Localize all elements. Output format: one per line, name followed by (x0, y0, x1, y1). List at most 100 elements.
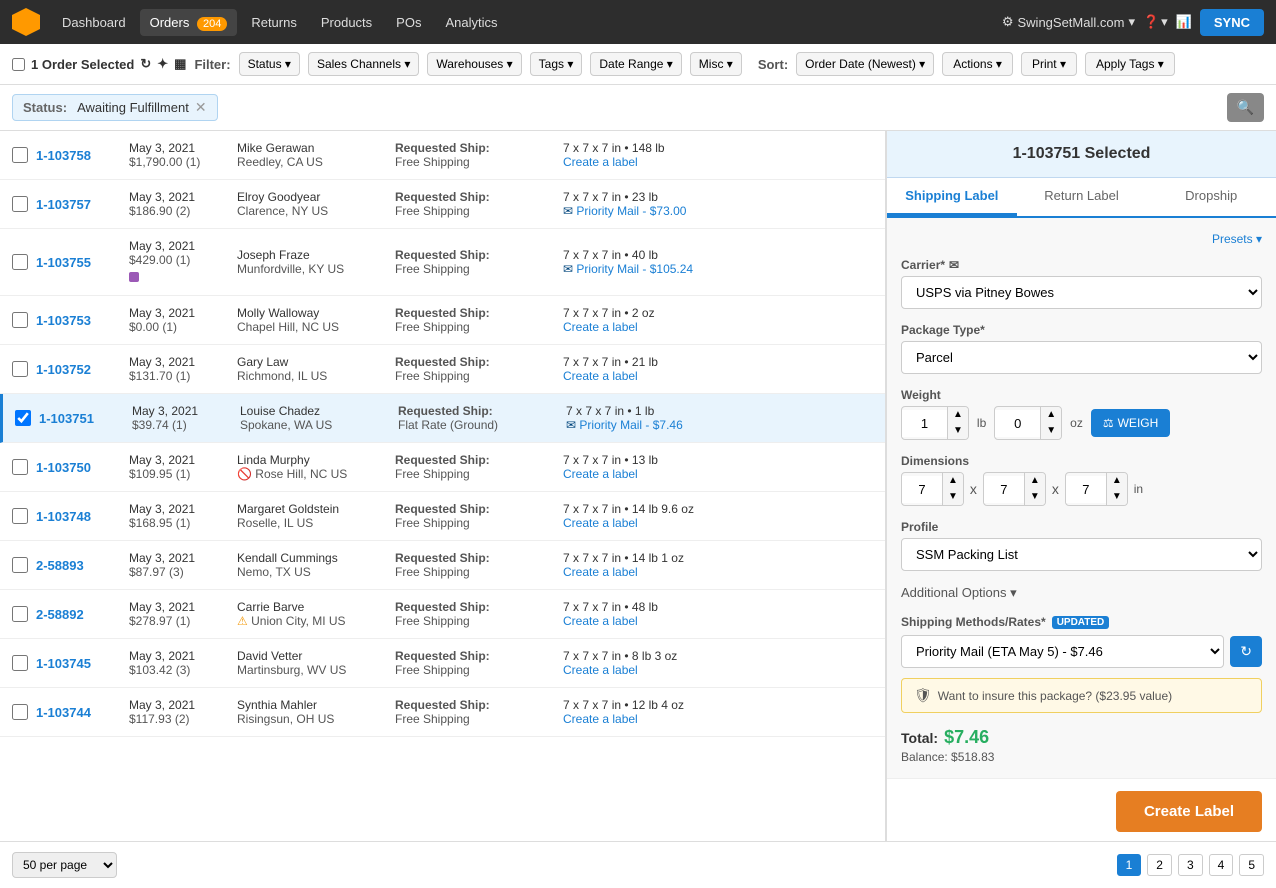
order-row[interactable]: 1-103750 May 3, 2021 $109.95 (1) Linda M… (0, 443, 885, 492)
sync-button[interactable]: SYNC (1200, 9, 1264, 36)
filter-sales-channels[interactable]: Sales Channels ▾ (308, 52, 419, 76)
order-id[interactable]: 2-58893 (36, 558, 121, 573)
order-checkbox[interactable] (12, 312, 28, 328)
filter-tags[interactable]: Tags ▾ (530, 52, 583, 76)
dim-y-up[interactable]: ▲ (1025, 473, 1045, 489)
order-row[interactable]: 1-103757 May 3, 2021 $186.90 (2) Elroy G… (0, 180, 885, 229)
create-label-link[interactable]: Create a label (563, 565, 638, 579)
order-row[interactable]: 1-103752 May 3, 2021 $131.70 (1) Gary La… (0, 345, 885, 394)
order-id[interactable]: 2-58892 (36, 607, 121, 622)
order-checkbox[interactable] (12, 361, 28, 377)
order-row[interactable]: 1-103748 May 3, 2021 $168.95 (1) Margare… (0, 492, 885, 541)
weight-oz-down[interactable]: ▼ (1041, 423, 1061, 439)
order-checkbox[interactable] (12, 606, 28, 622)
order-row[interactable]: 2-58892 May 3, 2021 $278.97 (1) Carrie B… (0, 590, 885, 639)
dim-x-input[interactable] (902, 476, 942, 503)
create-label-link[interactable]: Create a label (563, 614, 638, 628)
weight-oz-up[interactable]: ▲ (1041, 407, 1061, 423)
help-button[interactable]: ❓ ▾ (1143, 14, 1168, 30)
order-label[interactable]: ✉ Priority Mail - $105.24 (563, 262, 873, 276)
create-label-link[interactable]: Create a label (563, 369, 638, 383)
filter-misc[interactable]: Misc ▾ (690, 52, 742, 76)
order-checkbox[interactable] (12, 254, 28, 270)
dim-x-up[interactable]: ▲ (943, 473, 963, 489)
create-label-link[interactable]: Create a label (563, 712, 638, 726)
weight-lb-input[interactable]: 1 (902, 410, 947, 437)
page-button[interactable]: 1 (1117, 854, 1142, 876)
status-tag-close-icon[interactable]: ✕ (195, 99, 207, 116)
order-label[interactable]: Create a label (563, 467, 873, 481)
tab-shipping-label[interactable]: Shipping Label (887, 178, 1017, 216)
order-label[interactable]: Create a label (563, 614, 873, 628)
create-label-button[interactable]: Create Label (1116, 791, 1262, 832)
actions-button[interactable]: Actions ▾ (942, 52, 1013, 76)
order-label[interactable]: ✉ Priority Mail - $7.46 (566, 418, 873, 432)
order-checkbox[interactable] (12, 655, 28, 671)
page-button[interactable]: 5 (1239, 854, 1264, 876)
create-label-link[interactable]: Create a label (563, 663, 638, 677)
presets-button[interactable]: Presets ▾ (1212, 232, 1262, 246)
order-row[interactable]: 1-103758 May 3, 2021 $1,790.00 (1) Mike … (0, 131, 885, 180)
dim-z-input[interactable] (1066, 476, 1106, 503)
order-checkbox[interactable] (12, 557, 28, 573)
nav-returns[interactable]: Returns (241, 9, 307, 36)
insurance-banner[interactable]: 🛡 Want to insure this package? ($23.95 v… (901, 678, 1262, 713)
order-id[interactable]: 1-103752 (36, 362, 121, 377)
order-label[interactable]: Create a label (563, 565, 873, 579)
order-row[interactable]: 1-103751 May 3, 2021 $39.74 (1) Louise C… (0, 394, 885, 443)
nav-pos[interactable]: POs (386, 9, 431, 36)
order-row[interactable]: 2-58893 May 3, 2021 $87.97 (3) Kendall C… (0, 541, 885, 590)
print-button[interactable]: Print ▾ (1021, 52, 1077, 76)
dim-z-down[interactable]: ▼ (1107, 489, 1127, 505)
nav-dashboard[interactable]: Dashboard (52, 9, 136, 36)
page-button[interactable]: 2 (1147, 854, 1172, 876)
order-id[interactable]: 1-103750 (36, 460, 121, 475)
nav-analytics[interactable]: Analytics (435, 9, 507, 36)
per-page-select[interactable]: 25 per page50 per page100 per page (12, 852, 117, 878)
order-label[interactable]: Create a label (563, 663, 873, 677)
order-id[interactable]: 1-103758 (36, 148, 121, 163)
filter-warehouses[interactable]: Warehouses ▾ (427, 52, 521, 76)
order-id[interactable]: 1-103753 (36, 313, 121, 328)
dim-x-down[interactable]: ▼ (943, 489, 963, 505)
refresh-icon[interactable]: ↻ (140, 56, 151, 72)
weight-lb-up[interactable]: ▲ (948, 407, 968, 423)
order-label[interactable]: Create a label (563, 516, 873, 530)
page-button[interactable]: 4 (1209, 854, 1234, 876)
metrics-button[interactable]: 📊 (1176, 14, 1192, 30)
shipping-method-select[interactable]: Priority Mail (ETA May 5) - $7.46First C… (901, 635, 1224, 668)
nav-products[interactable]: Products (311, 9, 382, 36)
filter-status[interactable]: Status ▾ (239, 52, 300, 76)
order-id[interactable]: 1-103748 (36, 509, 121, 524)
order-checkbox[interactable] (12, 196, 28, 212)
order-id[interactable]: 1-103751 (39, 411, 124, 426)
order-checkbox[interactable] (12, 147, 28, 163)
carrier-select[interactable]: USPS via Pitney BowesFedExUPS (901, 276, 1262, 309)
store-selector[interactable]: ⚙ SwingSetMall.com ▾ (1002, 14, 1135, 30)
order-row[interactable]: 1-103755 May 3, 2021 $429.00 (1) Joseph … (0, 229, 885, 296)
order-checkbox[interactable] (12, 459, 28, 475)
order-checkbox[interactable] (12, 704, 28, 720)
merge-icon[interactable]: ✦ (157, 56, 168, 72)
profile-select[interactable]: SSM Packing ListDefault (901, 538, 1262, 571)
order-id[interactable]: 1-103745 (36, 656, 121, 671)
weight-lb-down[interactable]: ▼ (948, 423, 968, 439)
order-label[interactable]: ✉ Priority Mail - $73.00 (563, 204, 873, 218)
order-label[interactable]: Create a label (563, 155, 873, 169)
order-row[interactable]: 1-103753 May 3, 2021 $0.00 (1) Molly Wal… (0, 296, 885, 345)
page-button[interactable]: 3 (1178, 854, 1203, 876)
weight-oz-input[interactable]: 0 (995, 410, 1040, 437)
create-label-link[interactable]: Create a label (563, 155, 638, 169)
create-label-link[interactable]: Create a label (563, 467, 638, 481)
create-label-link[interactable]: Create a label (563, 516, 638, 530)
filter-date-range[interactable]: Date Range ▾ (590, 52, 681, 76)
select-all-checkbox[interactable] (12, 58, 25, 71)
order-label[interactable]: Create a label (563, 712, 873, 726)
dim-y-input[interactable] (984, 476, 1024, 503)
order-label[interactable]: Create a label (563, 320, 873, 334)
tab-return-label[interactable]: Return Label (1017, 178, 1147, 216)
order-id[interactable]: 1-103755 (36, 255, 121, 270)
refresh-rates-button[interactable]: ↻ (1230, 636, 1262, 667)
weigh-button[interactable]: ⚖ WEIGH (1091, 409, 1170, 437)
sort-selector[interactable]: Order Date (Newest) ▾ (796, 52, 934, 76)
